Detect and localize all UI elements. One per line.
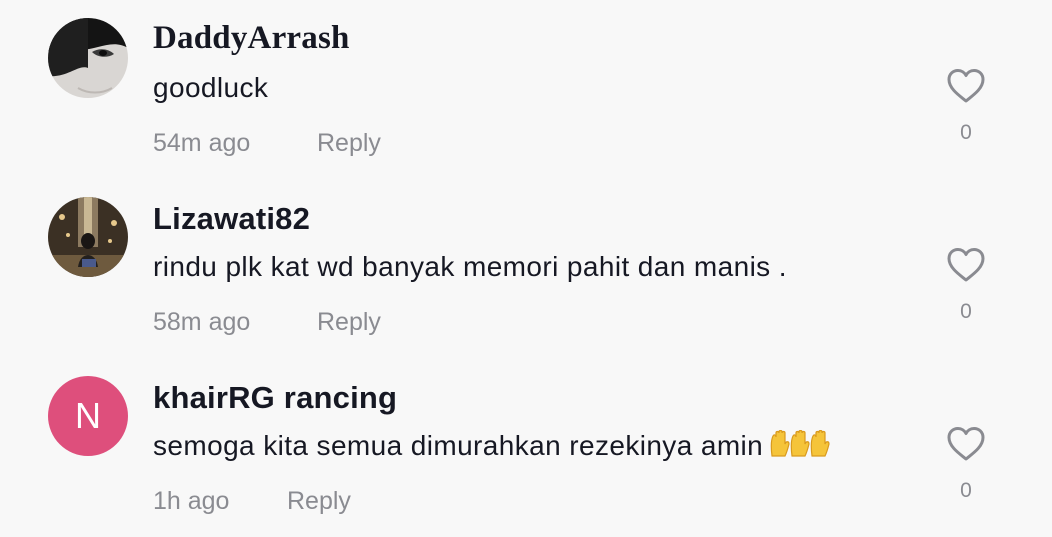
like-count: 0 — [960, 300, 972, 323]
heart-icon — [947, 248, 985, 282]
heart-icon — [947, 427, 985, 461]
comment-text: goodluck — [153, 72, 269, 103]
like-count: 0 — [960, 121, 972, 144]
comment-username[interactable]: DaddyArrash — [153, 20, 350, 57]
comment-text: semoga kita semua dimurahkan rezekinya a… — [153, 430, 764, 461]
heart-icon — [947, 69, 985, 103]
like-count: 0 — [960, 479, 972, 502]
like-button[interactable] — [946, 426, 986, 462]
comment-username[interactable]: Lizawati82 — [153, 201, 310, 237]
comment-timestamp: 1h ago — [153, 487, 230, 515]
comment-timestamp: 54m ago — [153, 129, 251, 157]
comment-text-row: semoga kita semua dimurahkan rezekinya a… — [153, 430, 833, 465]
avatar[interactable] — [48, 18, 128, 98]
avatar[interactable]: N — [48, 376, 128, 456]
reply-button[interactable]: Reply — [287, 487, 351, 516]
comment-item: DaddyArrash goodluck 54m ago Reply 0 — [0, 0, 1052, 179]
comment-item: Lizawati82 rindu plk kat wd banyak memor… — [0, 179, 1052, 358]
avatar[interactable] — [48, 197, 128, 277]
raised-hands-emoji-icon — [769, 430, 833, 465]
reply-button[interactable]: Reply — [317, 129, 381, 158]
avatar-initial: N — [75, 395, 101, 436]
like-button[interactable] — [946, 68, 986, 104]
comment-text: rindu plk kat wd banyak memori pahit dan… — [153, 251, 787, 282]
comment-timestamp: 58m ago — [153, 308, 251, 336]
avatar-photo-icon — [48, 18, 128, 98]
comment-item: N khairRG rancing semoga kita semua dimu… — [0, 358, 1052, 537]
reply-button[interactable]: Reply — [317, 308, 381, 337]
like-button[interactable] — [946, 247, 986, 283]
comment-username[interactable]: khairRG rancing — [153, 380, 397, 416]
avatar-photo-icon — [48, 197, 128, 277]
